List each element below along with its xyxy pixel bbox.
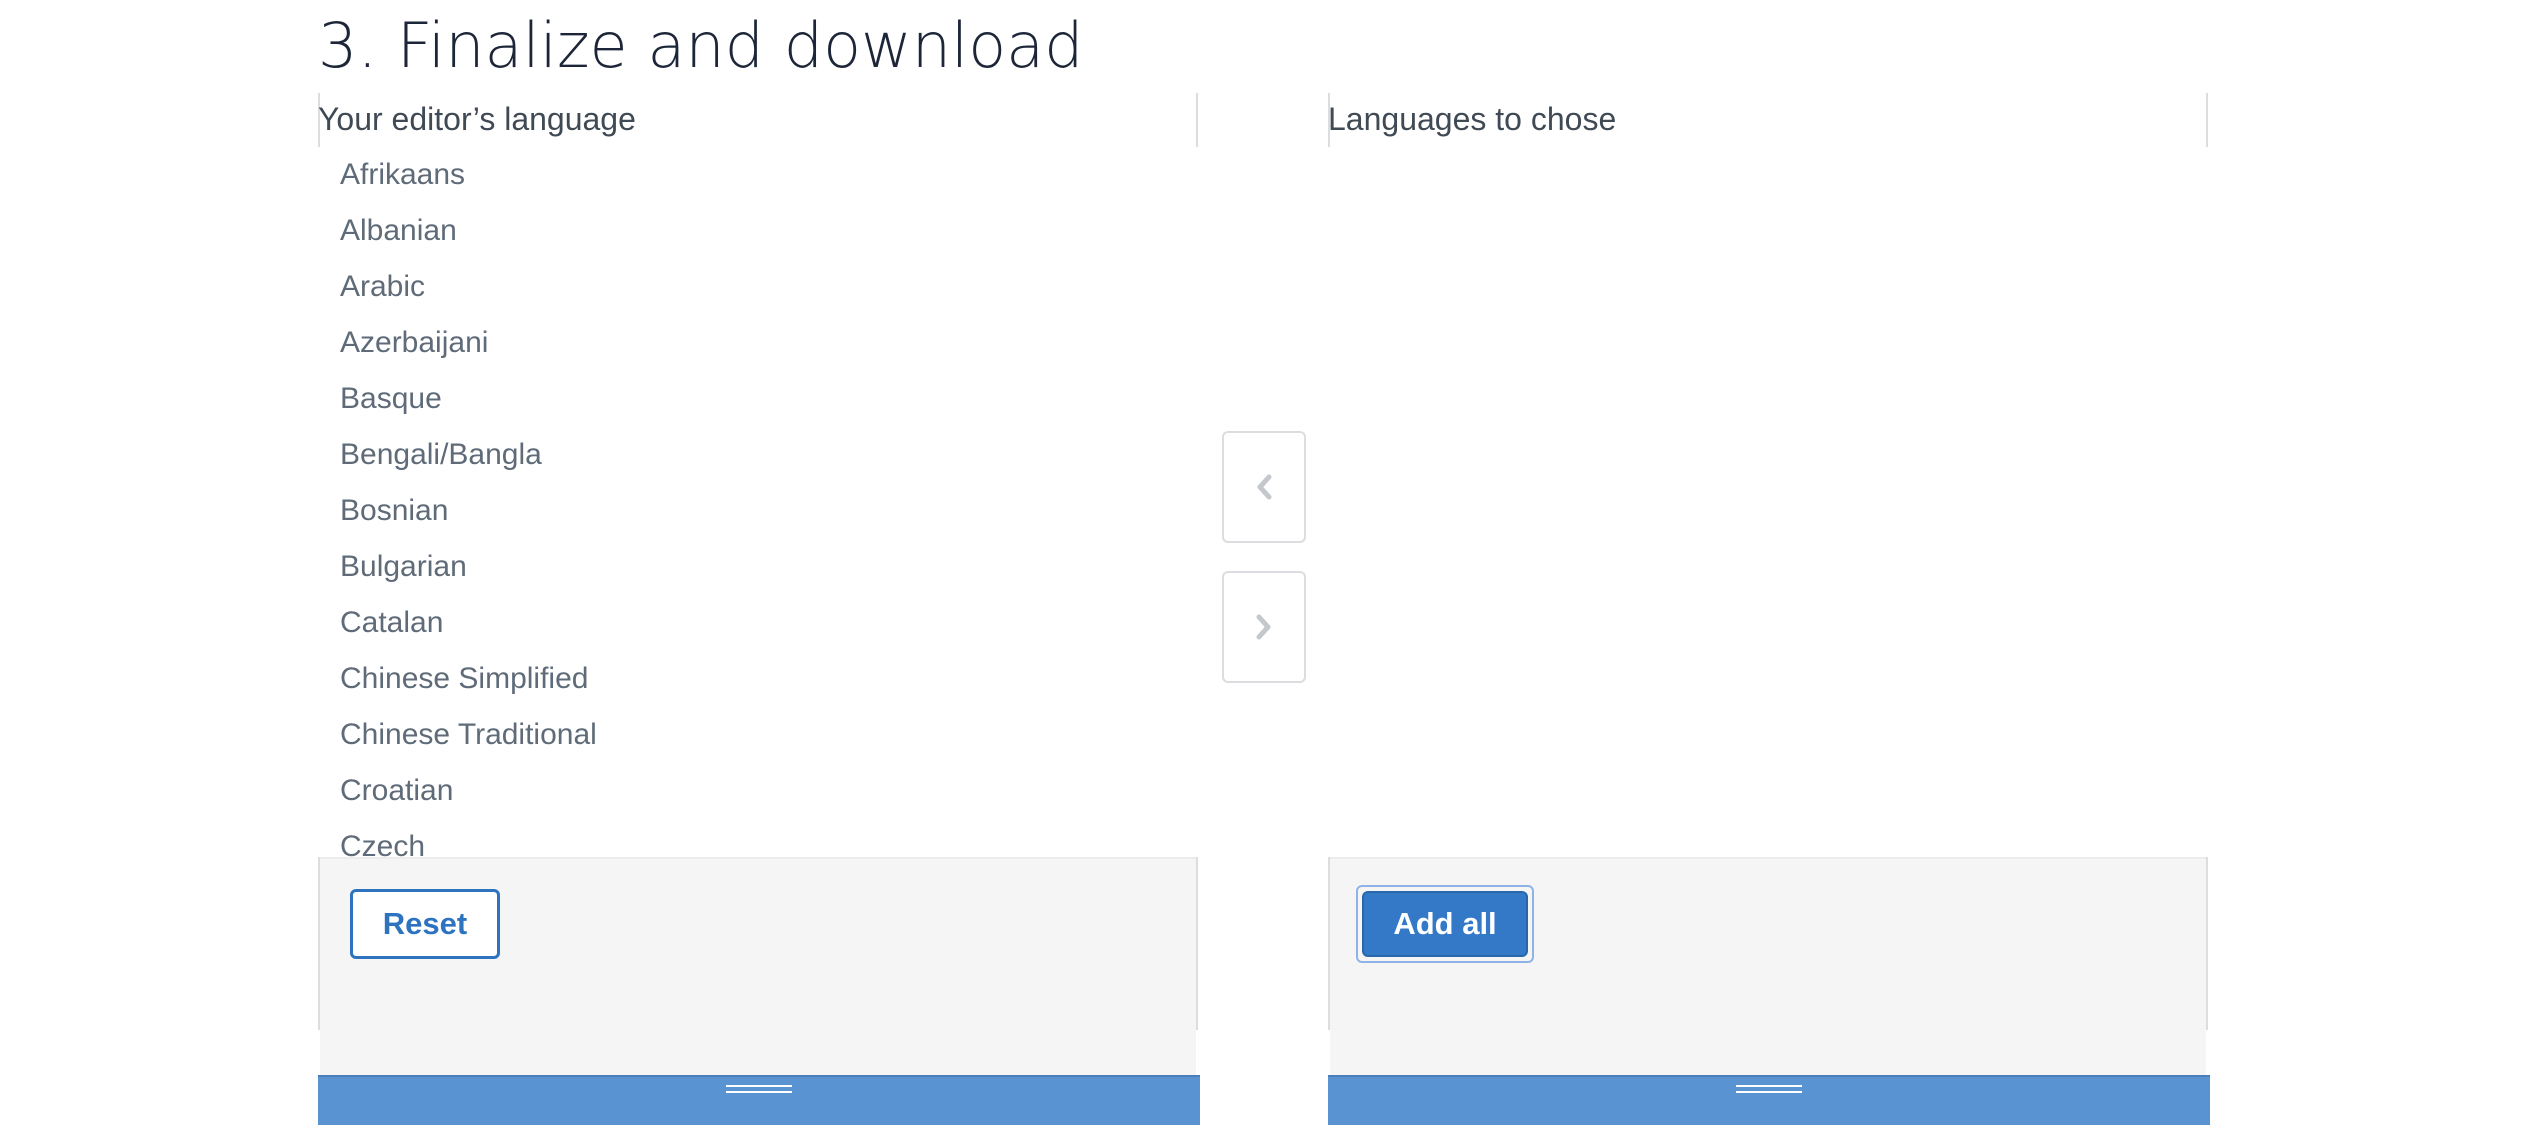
languages-to-chose-footer: Add all	[1330, 857, 2206, 1077]
language-option[interactable]: Chinese Traditional	[318, 707, 1198, 763]
move-right-button[interactable]	[1222, 571, 1306, 683]
editor-language-footer: Reset	[320, 857, 1196, 1077]
editor-language-panel: Your editor’s language Afrikaans Albania…	[318, 93, 1200, 1125]
language-option[interactable]: Catalan	[318, 595, 1198, 651]
language-option[interactable]: Albanian	[318, 203, 1198, 259]
language-option[interactable]: Azerbaijani	[318, 315, 1198, 371]
chevron-left-icon	[1257, 474, 1272, 500]
resize-handle[interactable]	[318, 1075, 1200, 1125]
languages-to-chose-panel: Languages to chose Add all	[1328, 93, 2210, 1125]
language-option[interactable]: Arabic	[318, 259, 1198, 315]
resize-handle[interactable]	[1328, 1075, 2210, 1125]
language-option[interactable]: Czech	[318, 819, 1198, 857]
languages-to-chose-heading: Languages to chose	[1328, 95, 2208, 149]
language-option[interactable]: Bengali/Bangla	[318, 427, 1198, 483]
grip-icon	[1736, 1085, 1802, 1093]
language-option[interactable]: Croatian	[318, 763, 1198, 819]
chevron-right-icon	[1256, 614, 1271, 640]
grip-icon	[726, 1085, 792, 1093]
language-option[interactable]: Bulgarian	[318, 539, 1198, 595]
add-all-button[interactable]: Add all	[1362, 891, 1528, 957]
section-title: 3. Finalize and download	[318, 9, 1084, 82]
language-option[interactable]: Chinese Simplified	[318, 651, 1198, 707]
editor-language-heading: Your editor’s language	[318, 95, 1198, 149]
language-option[interactable]: Afrikaans	[318, 147, 1198, 203]
languages-to-chose-list[interactable]	[1328, 147, 2208, 857]
editor-language-list[interactable]: Afrikaans Albanian Arabic Azerbaijani Ba…	[318, 147, 1198, 857]
reset-button[interactable]: Reset	[350, 889, 500, 959]
move-left-button[interactable]	[1222, 431, 1306, 543]
language-option[interactable]: Bosnian	[318, 483, 1198, 539]
language-option[interactable]: Basque	[318, 371, 1198, 427]
